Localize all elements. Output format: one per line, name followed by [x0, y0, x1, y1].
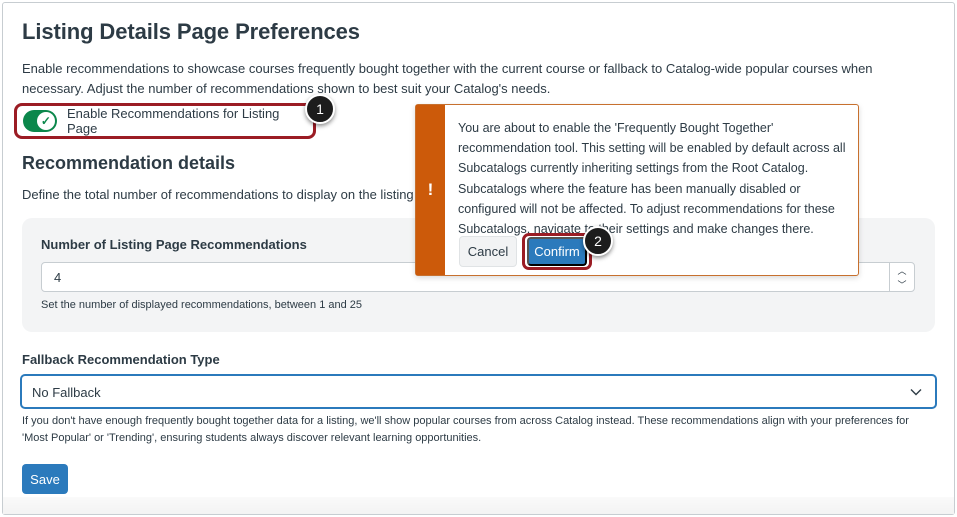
callout-badge-2: 2: [583, 226, 613, 256]
count-label: Number of Listing Page Recommendations: [41, 237, 307, 252]
footer-strip: [3, 497, 954, 514]
count-value: 4: [54, 270, 62, 285]
callout-badge-1: 1: [305, 94, 335, 124]
check-icon: ✓: [36, 112, 55, 130]
save-button[interactable]: Save: [22, 464, 68, 494]
warning-icon: !: [416, 105, 445, 275]
fallback-description: If you don't have enough frequently boug…: [22, 415, 909, 444]
intro-text: Enable recommendations to showcase cours…: [22, 61, 873, 96]
fallback-label: Fallback Recommendation Type: [22, 352, 220, 367]
cancel-button[interactable]: Cancel: [459, 236, 517, 267]
count-stepper[interactable]: ︿ ﹀: [889, 263, 914, 291]
confirm-button[interactable]: Confirm: [527, 237, 587, 266]
fallback-selected-value: No Fallback: [32, 385, 101, 400]
confirm-highlight: Confirm: [522, 233, 592, 270]
fallback-type-select[interactable]: No Fallback: [21, 375, 936, 408]
chevron-down-icon: [910, 389, 922, 396]
confirmation-alert: ! You are about to enable the 'Frequentl…: [415, 104, 859, 276]
recommendations-toggle[interactable]: ✓: [23, 110, 57, 132]
recommendations-toggle-row[interactable]: ✓ Enable Recommendations for Listing Pag…: [14, 103, 316, 139]
section-description: Define the total number of recommendatio…: [22, 187, 422, 202]
section-title: Recommendation details: [22, 153, 236, 173]
chevron-down-icon[interactable]: ﹀: [890, 277, 914, 291]
count-hint: Set the number of displayed recommendati…: [41, 299, 363, 311]
toggle-label: Enable Recommendations for Listing Page: [66, 106, 280, 136]
chevron-up-icon[interactable]: ︿: [890, 263, 914, 277]
alert-message: You are about to enable the 'Frequently …: [458, 121, 846, 237]
page-title: Listing Details Page Preferences: [22, 19, 360, 44]
